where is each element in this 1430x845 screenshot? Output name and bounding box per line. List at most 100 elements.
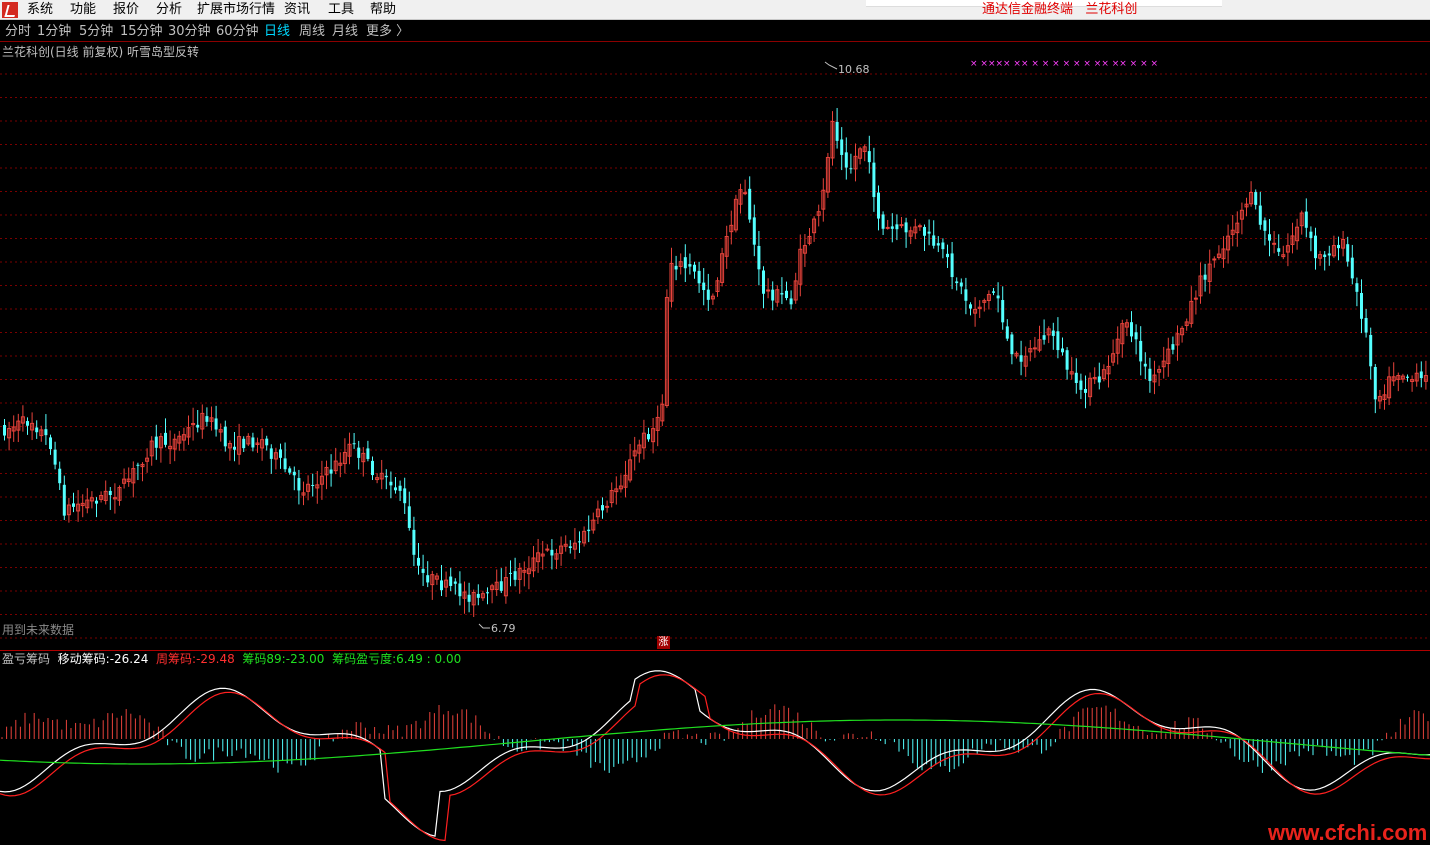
candle-body [917,225,922,228]
candle-body [1337,244,1340,249]
rise-badge[interactable]: 涨 [657,636,670,649]
candle-body [849,168,853,170]
candle-body [702,282,706,291]
candle-body [1065,350,1069,370]
menu-bar: 系统 功能 报价 分析 扩展市场行情 资讯 工具 帮助 通达信金融终端 兰花科创 [0,0,1430,20]
candle-body [288,468,292,473]
period-tab-monthly[interactable]: 月线 [332,24,358,39]
indicator-name: 盈亏筹码 [2,652,51,666]
candle-body [292,471,296,476]
candle-body [706,289,710,300]
period-toolbar: 分时 1分钟 5分钟 15分钟 30分钟 60分钟 日线 周线 月线 更多 〉 [0,21,1430,42]
period-tab-timeshare[interactable]: 分时 [5,24,31,39]
candle-body [1097,376,1101,383]
menu-extended-market[interactable]: 扩展市场行情 [197,2,275,18]
candle-body [1005,326,1009,339]
candle-body [1042,335,1046,340]
candle-body [1364,317,1368,333]
candle-body [1143,363,1147,367]
candle-body [26,421,29,426]
candle-body [923,226,926,236]
candle-body [1258,205,1262,225]
candle-body [1277,248,1281,252]
candle-body [417,557,420,566]
watermark-logo: www.cfchi.com [1268,820,1428,845]
candle-body [927,231,931,234]
period-tab-1min[interactable]: 1分钟 [37,24,71,39]
indicator-chart[interactable] [0,666,1430,844]
candle-body [1056,331,1060,351]
candle-body [964,289,968,301]
candle-body [1212,258,1217,261]
candle-body [1268,234,1271,241]
candle-body [486,592,489,594]
candle-body [890,226,894,229]
candle-body [1019,355,1023,362]
pane-divider[interactable] [0,650,1430,651]
candle-body [885,226,890,229]
candle-body [3,425,6,436]
candle-body [877,192,880,219]
candle-body [476,593,480,598]
candle-body [780,293,784,295]
candlestick-chart[interactable]: 10.68 6.79 × ×××× ×× × × × × × × ×× ×× × ×… [0,43,1430,650]
candle-body [1369,334,1373,367]
period-tab-daily[interactable]: 日线 [264,24,290,39]
candle-body [867,151,871,163]
candle-body [1171,344,1175,350]
candle-body [1350,257,1354,279]
week-chip-line [0,674,1430,842]
period-more-button[interactable]: 更多 〉 [366,24,409,39]
period-tab-weekly[interactable]: 周线 [299,24,325,39]
candle-body [1061,348,1064,353]
candle-body [384,475,388,478]
candle-body [1139,340,1143,362]
candle-body [1084,389,1087,393]
candle-body [398,485,402,491]
signal-markers: × ×××× ×× × × × × × × ×× ×× × × × [970,59,1158,69]
candle-body [587,529,591,532]
candle-body [352,443,356,445]
period-tab-5min[interactable]: 5分钟 [79,24,113,39]
candle-body [697,270,701,284]
candle-body [872,162,876,198]
week-chip-value: -29.48 [196,652,235,666]
app-logo-icon[interactable] [2,2,18,18]
candle-body [840,139,844,155]
candle-body [1272,242,1277,245]
menu-quote[interactable]: 报价 [113,2,139,18]
week-chip-label: 周筹码: [156,652,197,666]
menu-tools[interactable]: 工具 [328,2,354,18]
candle-body [1148,368,1152,381]
candle-body [357,447,361,458]
menu-function[interactable]: 功能 [70,2,96,18]
candle-body [1406,376,1409,378]
period-tab-30min[interactable]: 30分钟 [168,24,211,39]
period-tab-60min[interactable]: 60分钟 [216,24,259,39]
candle-body [403,488,407,504]
candle-body [881,214,885,229]
candle-body [762,270,765,294]
period-tab-15min[interactable]: 15分钟 [120,24,163,39]
candle-body [693,264,696,272]
candle-body [959,282,963,287]
candle-body [936,243,940,246]
menu-system[interactable]: 系统 [27,2,53,18]
candle-body [1130,322,1133,337]
candle-body [1309,231,1313,238]
high-price-label: 10.68 [838,63,870,76]
chart-title: 兰花科创(日线 前复权) 听雪岛型反转 [2,45,199,59]
low-price-label: 6.79 [491,622,516,635]
chip89-line [0,719,1430,765]
indicator-legend: 盈亏筹码 移动筹码:-26.24 周筹码:-29.48 筹码89:-23.00 … [2,652,461,666]
candle-body [992,291,995,293]
candle-body [458,583,462,597]
menu-news[interactable]: 资讯 [284,2,310,18]
candle-body [835,121,839,141]
candle-body [605,505,610,508]
menu-help[interactable]: 帮助 [370,2,396,18]
candle-body [412,529,416,555]
candle-body [674,265,678,270]
candle-body [771,289,775,301]
menu-analysis[interactable]: 分析 [156,2,182,18]
